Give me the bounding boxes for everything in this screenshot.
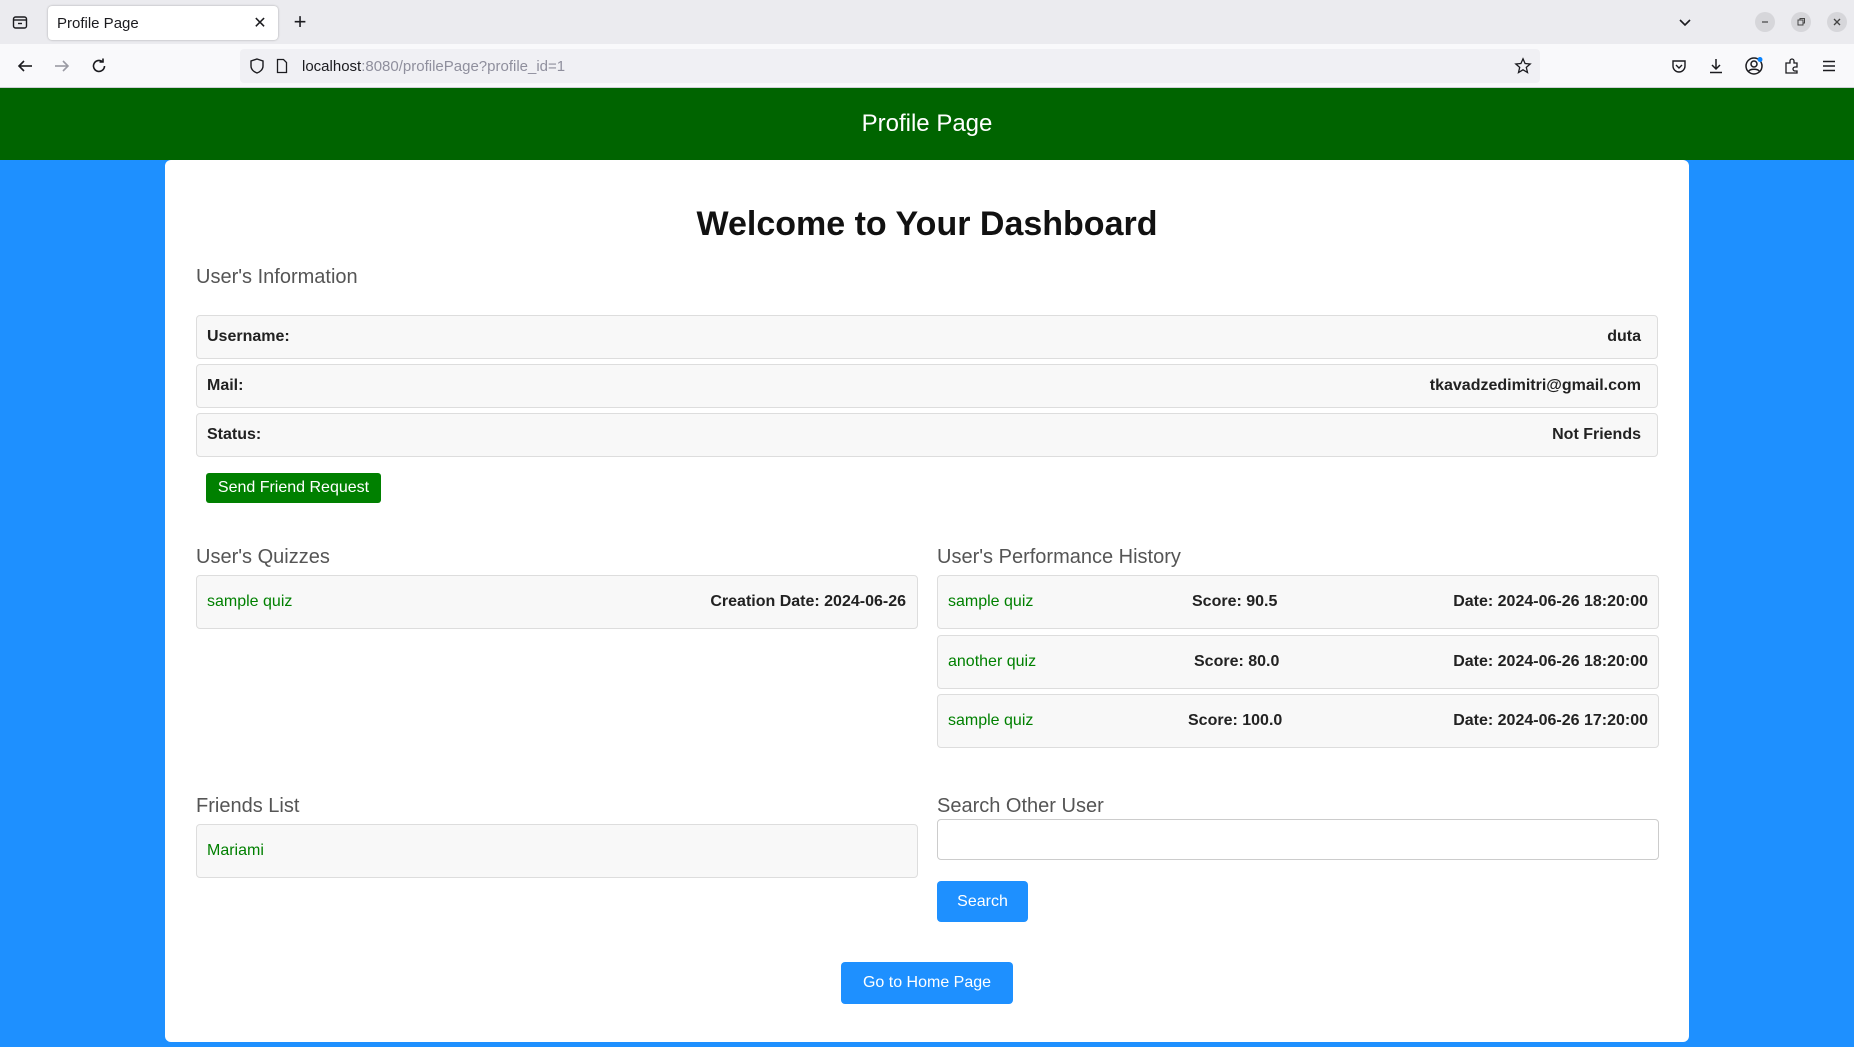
performance-date: Date: 2024-06-26 18:20:00 (1453, 653, 1648, 670)
mail-value: tkavadzedimitri@gmail.com (1429, 377, 1641, 394)
url-text[interactable]: localhost:8080/profilePage?profile_id=1 (302, 58, 565, 75)
back-arrow-icon[interactable] (13, 54, 37, 78)
username-value: duta (1607, 328, 1641, 345)
performance-heading: User's Performance History (937, 546, 1181, 568)
username-label: Username: (207, 328, 290, 345)
pocket-icon[interactable] (1667, 54, 1691, 78)
performance-score: Score: 100.0 (1188, 712, 1283, 729)
friends-heading: Friends List (196, 795, 300, 817)
go-home-button[interactable]: Go to Home Page (841, 962, 1013, 1004)
performance-quiz-link[interactable]: sample quiz (948, 712, 1033, 730)
extensions-icon[interactable] (1780, 54, 1804, 78)
performance-row: another quiz Score: 80.0 Date: 2024-06-2… (937, 635, 1659, 689)
browser-tab-bar: Profile Page ✕ + (0, 0, 1854, 44)
minimize-icon[interactable] (1755, 12, 1775, 32)
tab-list-icon[interactable] (8, 10, 32, 34)
status-label: Status: (207, 426, 262, 443)
send-friend-request-button[interactable]: Send Friend Request (206, 473, 381, 503)
quiz-creation-date: Creation Date: 2024-06-26 (710, 593, 906, 610)
dashboard-title: Welcome to Your Dashboard (696, 205, 1158, 243)
info-row-username: Username: duta (196, 315, 1658, 359)
browser-tab[interactable]: Profile Page ✕ (48, 6, 278, 40)
tab-title: Profile Page (57, 15, 139, 32)
page-icon[interactable] (274, 58, 290, 79)
menu-icon[interactable] (1817, 54, 1841, 78)
address-bar[interactable]: localhost:8080/profilePage?profile_id=1 (240, 49, 1540, 83)
url-host: localhost (302, 58, 362, 75)
new-tab-icon[interactable]: + (288, 9, 312, 34)
quizzes-heading: User's Quizzes (196, 546, 330, 568)
page-header: Profile Page (0, 88, 1854, 160)
download-icon[interactable] (1704, 54, 1728, 78)
performance-quiz-link[interactable]: another quiz (948, 653, 1036, 671)
close-tab-icon[interactable]: ✕ (250, 13, 270, 33)
quiz-list-item: sample quiz Creation Date: 2024-06-26 (196, 575, 918, 629)
performance-score: Score: 80.0 (1194, 653, 1280, 670)
reload-icon[interactable] (87, 54, 111, 78)
dashboard-container: Welcome to Your Dashboard User's Informa… (165, 160, 1689, 1042)
performance-date: Date: 2024-06-26 17:20:00 (1453, 712, 1648, 729)
status-value: Not Friends (1552, 426, 1641, 443)
restore-icon[interactable] (1791, 12, 1811, 32)
search-user-input[interactable] (937, 819, 1659, 860)
search-button[interactable]: Search (937, 881, 1028, 922)
performance-row: sample quiz Score: 90.5 Date: 2024-06-26… (937, 575, 1659, 629)
user-info-heading: User's Information (196, 266, 358, 288)
mail-label: Mail: (207, 377, 244, 394)
quiz-link[interactable]: sample quiz (207, 593, 292, 611)
forward-arrow-icon[interactable] (50, 54, 74, 78)
performance-score: Score: 90.5 (1192, 593, 1278, 610)
friend-link[interactable]: Mariami (207, 842, 264, 860)
close-window-icon[interactable] (1827, 12, 1847, 32)
friend-list-item: Mariami (196, 824, 918, 878)
url-path: :8080/profilePage?profile_id=1 (361, 58, 566, 75)
bookmark-star-icon[interactable] (1514, 57, 1532, 80)
chevron-down-icon[interactable] (1675, 12, 1695, 32)
browser-nav-bar: localhost:8080/profilePage?profile_id=1 (0, 44, 1854, 88)
performance-date: Date: 2024-06-26 18:20:00 (1453, 593, 1648, 610)
account-icon[interactable] (1742, 54, 1766, 78)
performance-row: sample quiz Score: 100.0 Date: 2024-06-2… (937, 694, 1659, 748)
page-header-title: Profile Page (861, 110, 993, 137)
shield-icon[interactable] (248, 57, 266, 80)
info-row-status: Status: Not Friends (196, 413, 1658, 457)
info-row-mail: Mail: tkavadzedimitri@gmail.com (196, 364, 1658, 408)
performance-quiz-link[interactable]: sample quiz (948, 593, 1033, 611)
search-heading: Search Other User (937, 795, 1104, 817)
